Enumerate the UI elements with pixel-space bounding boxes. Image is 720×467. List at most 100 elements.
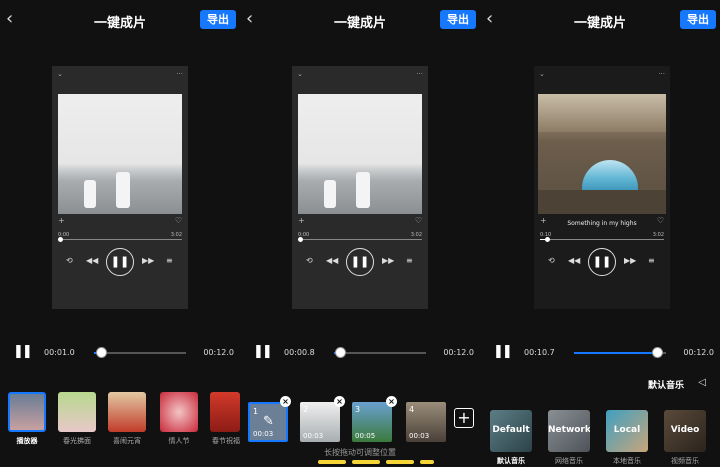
music-item[interactable]: Network [548, 410, 590, 452]
template-item[interactable] [108, 392, 146, 432]
music-label: 默认音乐 [497, 457, 525, 465]
timeline-total: 00:12.0 [683, 348, 714, 357]
next-icon[interactable]: ▶▶ [142, 256, 154, 265]
timeline-current: 00:10.7 [524, 348, 555, 357]
player-progress[interactable] [58, 237, 182, 242]
music-header: 默认音乐 ◁ [480, 377, 720, 392]
preview-player[interactable]: ⌄ ··· + ♡ 0:00 3:02 ⟲ ◀◀ ❚❚ ▶▶ ≡ [52, 66, 188, 309]
play-pause-button[interactable]: ❚❚ [346, 248, 374, 276]
timeline-current: 00:00.8 [284, 348, 315, 357]
clip-item[interactable]: 1 ✎ 00:03 [248, 402, 288, 442]
screen-music: ‹ 一键成片 导出 ⌄ ··· + ♡ Something in my high… [480, 0, 720, 467]
template-label: 播放器 [16, 437, 38, 445]
template-item[interactable] [8, 392, 46, 432]
clip-number: 2 [303, 405, 309, 414]
prev-icon[interactable]: ◀◀ [86, 256, 98, 265]
clip-number: 3 [355, 405, 361, 414]
play-pause-button[interactable]: ❚❚ [106, 248, 134, 276]
template-list: 播放器 春光拂面 喜闹元宵 情人节 春节祝福 [0, 392, 240, 452]
music-tile-text: Default [492, 425, 530, 435]
heart-icon[interactable]: ♡ [175, 216, 182, 225]
pause-icon[interactable]: ❚❚ [493, 344, 513, 359]
preview-player[interactable]: ⌄ ··· + ♡ 0:00 3:02 ⟲ ◀◀ ❚❚ ▶▶ ≡ [292, 66, 428, 309]
collapse-icon[interactable]: ⌄ [57, 70, 63, 78]
playlist-icon[interactable]: ≡ [648, 256, 655, 265]
timeline-slider[interactable] [334, 347, 426, 358]
player-time-end: 3:02 [652, 232, 664, 238]
repeat-icon[interactable]: ⟲ [306, 256, 313, 265]
timeline: ❚❚ 00:01.0 00:12.0 [0, 342, 240, 364]
next-icon[interactable]: ▶▶ [624, 256, 636, 265]
clip-list: 1 ✎ 00:03 × 2 00:03 × 3 00:05 × 4 00:03 … [240, 396, 480, 450]
more-icon[interactable]: ··· [658, 70, 665, 78]
template-item[interactable] [160, 392, 198, 432]
timeline-total: 00:12.0 [443, 348, 474, 357]
preview-photo [298, 94, 422, 214]
clip-duration: 00:05 [355, 432, 376, 440]
remove-clip-icon[interactable]: × [280, 396, 291, 407]
template-label: 春节祝福 [212, 437, 240, 445]
repeat-icon[interactable]: ⟲ [548, 256, 555, 265]
remove-clip-icon[interactable]: × [334, 396, 345, 407]
remove-clip-icon[interactable]: × [386, 396, 397, 407]
music-item[interactable]: Video [664, 410, 706, 452]
play-pause-button[interactable]: ❚❚ [588, 248, 616, 276]
top-bar: ‹ 一键成片 导出 [240, 6, 480, 34]
music-tile-text: Local [613, 425, 641, 435]
export-button[interactable]: 导出 [200, 10, 236, 29]
music-header-label: 默认音乐 [647, 381, 684, 391]
prev-icon[interactable]: ◀◀ [568, 256, 580, 265]
heart-icon[interactable]: ♡ [415, 216, 422, 225]
pause-icon[interactable]: ❚❚ [13, 344, 33, 359]
preview-photo [58, 94, 182, 214]
clip-item[interactable]: 2 00:03 [300, 402, 340, 442]
collapse-icon[interactable]: ⌄ [539, 70, 545, 78]
template-label: 春光拂面 [63, 437, 91, 445]
music-item[interactable]: Default [490, 410, 532, 452]
next-icon[interactable]: ▶▶ [382, 256, 394, 265]
player-time-end: 3:02 [170, 232, 182, 238]
music-tile-text: Network [548, 425, 590, 435]
timeline: ❚❚ 00:00.8 00:12.0 [240, 342, 480, 364]
timeline-slider[interactable] [94, 347, 186, 358]
clip-item[interactable]: 4 00:03 [406, 402, 446, 442]
export-button[interactable]: 导出 [440, 10, 476, 29]
collapse-icon[interactable]: ⌄ [297, 70, 303, 78]
playlist-icon[interactable]: ≡ [166, 256, 173, 265]
preview-photo [538, 94, 666, 214]
timeline-current: 00:01.0 [44, 348, 75, 357]
music-label: 网络音乐 [555, 457, 583, 465]
clip-number: 4 [409, 405, 415, 414]
music-label: 视频音乐 [671, 457, 699, 465]
template-label: 喜闹元宵 [113, 437, 141, 445]
player-controls: ⟲ ◀◀ ❚❚ ▶▶ ≡ [52, 248, 188, 276]
clip-item[interactable]: 3 00:05 [352, 402, 392, 442]
add-icon[interactable]: + [58, 216, 65, 225]
add-clip-button[interactable]: + [454, 408, 474, 428]
clip-duration: 00:03 [409, 432, 430, 440]
add-icon[interactable]: + [298, 216, 305, 225]
pause-icon[interactable]: ❚❚ [253, 344, 273, 359]
timeline: ❚❚ 00:10.7 00:12.0 [480, 342, 720, 364]
playlist-icon[interactable]: ≡ [406, 256, 413, 265]
template-item[interactable] [58, 392, 96, 432]
more-icon[interactable]: ··· [176, 70, 183, 78]
prev-icon[interactable]: ◀◀ [326, 256, 338, 265]
export-button[interactable]: 导出 [680, 10, 716, 29]
edit-icon[interactable]: ✎ [263, 414, 274, 429]
player-time-end: 3:02 [410, 232, 422, 238]
preview-player[interactable]: ⌄ ··· + ♡ Something in my highs 0:10 3:0… [534, 66, 670, 309]
timeline-slider[interactable] [574, 347, 666, 358]
player-progress[interactable] [540, 237, 664, 242]
player-progress[interactable] [298, 237, 422, 242]
template-item[interactable] [210, 392, 240, 432]
speaker-icon[interactable]: ◁ [698, 377, 706, 388]
player-controls: ⟲ ◀◀ ❚❚ ▶▶ ≡ [292, 248, 428, 276]
reorder-hint: 长按拖动可调整位置 [324, 448, 396, 457]
more-icon[interactable]: ··· [416, 70, 423, 78]
top-bar: ‹ 一键成片 导出 [0, 6, 240, 34]
repeat-icon[interactable]: ⟲ [66, 256, 73, 265]
song-title: Something in my highs [567, 220, 637, 227]
music-item[interactable]: Local [606, 410, 648, 452]
clip-number: 1 [253, 407, 259, 416]
